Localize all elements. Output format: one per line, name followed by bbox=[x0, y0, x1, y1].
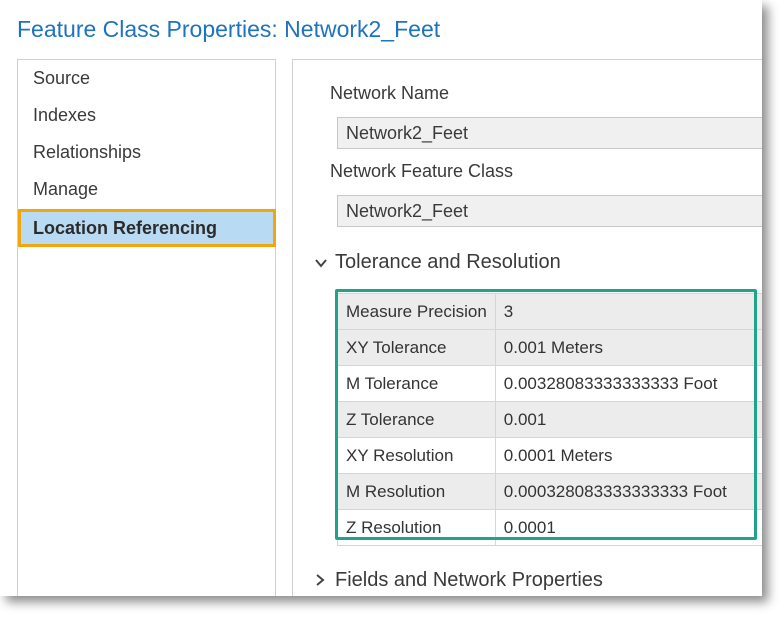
nav-panel: Source Indexes Relationships Manage Loca… bbox=[17, 59, 276, 596]
property-key: Z Tolerance bbox=[337, 401, 496, 438]
property-value: 0.00328083333333333 Foot bbox=[494, 365, 762, 402]
nav-item-relationships[interactable]: Relationships bbox=[18, 136, 275, 168]
table-row: M Tolerance 0.00328083333333333 Foot bbox=[337, 365, 762, 402]
property-value: 3 bbox=[494, 293, 762, 330]
tolerance-section-header[interactable]: Tolerance and Resolution bbox=[315, 251, 561, 274]
tolerance-section-label: Tolerance and Resolution bbox=[335, 251, 561, 273]
properties-dialog: Feature Class Properties: Network2_Feet … bbox=[0, 0, 762, 596]
property-key: Measure Precision bbox=[337, 293, 496, 330]
dialog-title: Feature Class Properties: Network2_Feet bbox=[17, 16, 441, 42]
table-row: M Resolution 0.000328083333333333 Foot bbox=[337, 473, 762, 510]
nav-item-location-referencing[interactable]: Location Referencing bbox=[18, 209, 276, 247]
chevron-down-icon bbox=[315, 255, 331, 271]
table-row: XY Resolution 0.0001 Meters bbox=[337, 437, 762, 474]
network-feature-class-label: Network Feature Class bbox=[330, 161, 514, 181]
network-name-field[interactable]: Network2_Feet bbox=[337, 117, 762, 149]
network-feature-class-field[interactable]: Network2_Feet bbox=[337, 195, 762, 227]
property-value: 0.0001 Meters bbox=[494, 437, 762, 474]
content-panel: Network Name Network2_Feet Network Featu… bbox=[292, 59, 762, 596]
network-name-label: Network Name bbox=[330, 83, 450, 103]
fields-section-header[interactable]: Fields and Network Properties bbox=[315, 569, 603, 592]
property-key: XY Tolerance bbox=[337, 329, 496, 366]
chevron-right-icon bbox=[315, 573, 331, 589]
table-row: Z Tolerance 0.001 bbox=[337, 401, 762, 438]
table-row: Z Resolution 0.0001 bbox=[337, 509, 762, 546]
property-value: 0.001 Meters bbox=[494, 329, 762, 366]
table-row: XY Tolerance 0.001 Meters bbox=[337, 329, 762, 366]
table-row: Measure Precision 3 bbox=[337, 293, 762, 330]
property-value: 0.0001 bbox=[494, 509, 762, 546]
nav-item-indexes[interactable]: Indexes bbox=[18, 99, 275, 131]
property-key: M Resolution bbox=[337, 473, 496, 510]
fields-section-label: Fields and Network Properties bbox=[335, 569, 603, 591]
property-value: 0.001 bbox=[494, 401, 762, 438]
property-value: 0.000328083333333333 Foot bbox=[494, 473, 762, 510]
property-key: M Tolerance bbox=[337, 365, 496, 402]
property-key: Z Resolution bbox=[337, 509, 496, 546]
nav-item-manage[interactable]: Manage bbox=[18, 173, 275, 205]
tolerance-table: Measure Precision 3 XY Tolerance 0.001 M… bbox=[337, 293, 762, 546]
nav-item-source[interactable]: Source bbox=[18, 62, 275, 94]
property-key: XY Resolution bbox=[337, 437, 496, 474]
